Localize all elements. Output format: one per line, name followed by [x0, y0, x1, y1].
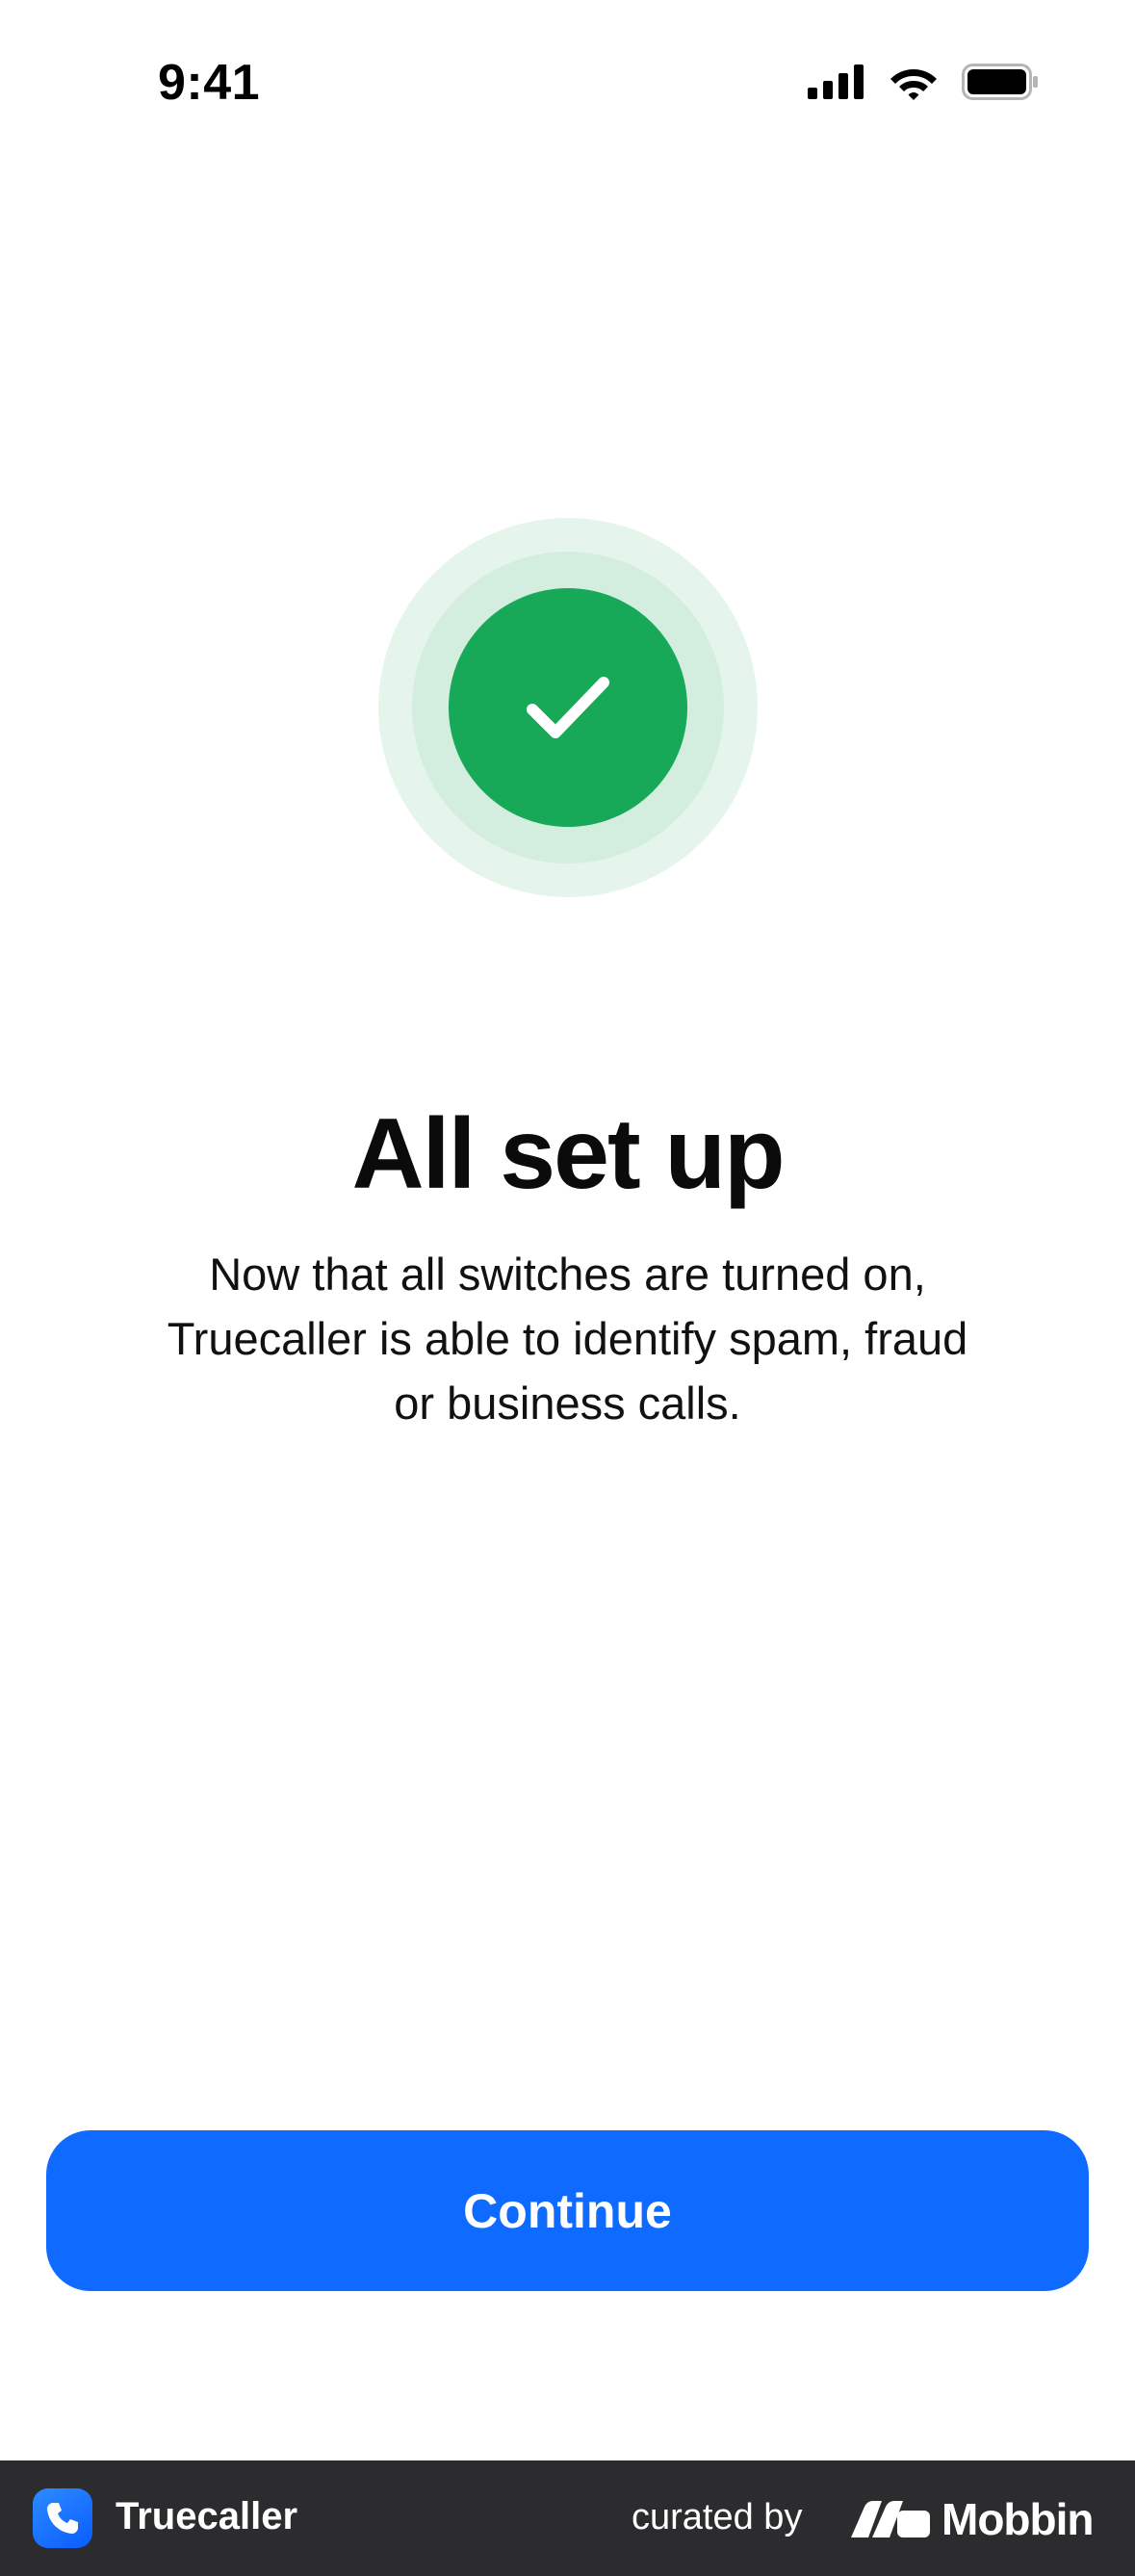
- status-icons: [808, 64, 1039, 100]
- status-bar: 9:41: [0, 0, 1135, 169]
- battery-icon: [962, 64, 1038, 100]
- screen: 9:41 All set up Now that all switches ar…: [0, 0, 1135, 2576]
- success-circle: [449, 588, 687, 827]
- mobbin-brand: Mobbin: [942, 2494, 1094, 2544]
- curated-by-label: curated by: [632, 2497, 803, 2537]
- page-description: Now that all switches are turned on, Tru…: [167, 1249, 968, 1429]
- footer-bar: Truecaller curated by Mobbin: [0, 2460, 1135, 2576]
- success-badge: [378, 518, 758, 897]
- phone-icon: [47, 2503, 78, 2534]
- cellular-signal-icon: [808, 64, 864, 99]
- continue-button[interactable]: Continue: [46, 2130, 1089, 2291]
- mobbin-logo: Mobbin: [851, 2493, 1094, 2545]
- mobbin-mark-icon: [851, 2501, 930, 2537]
- checkmark-icon: [527, 677, 609, 738]
- truecaller-app-icon: [33, 2488, 92, 2548]
- page-title: All set up: [351, 1098, 785, 1210]
- app-name: Truecaller: [116, 2495, 298, 2537]
- wifi-icon: [890, 69, 937, 100]
- status-time: 9:41: [158, 55, 261, 111]
